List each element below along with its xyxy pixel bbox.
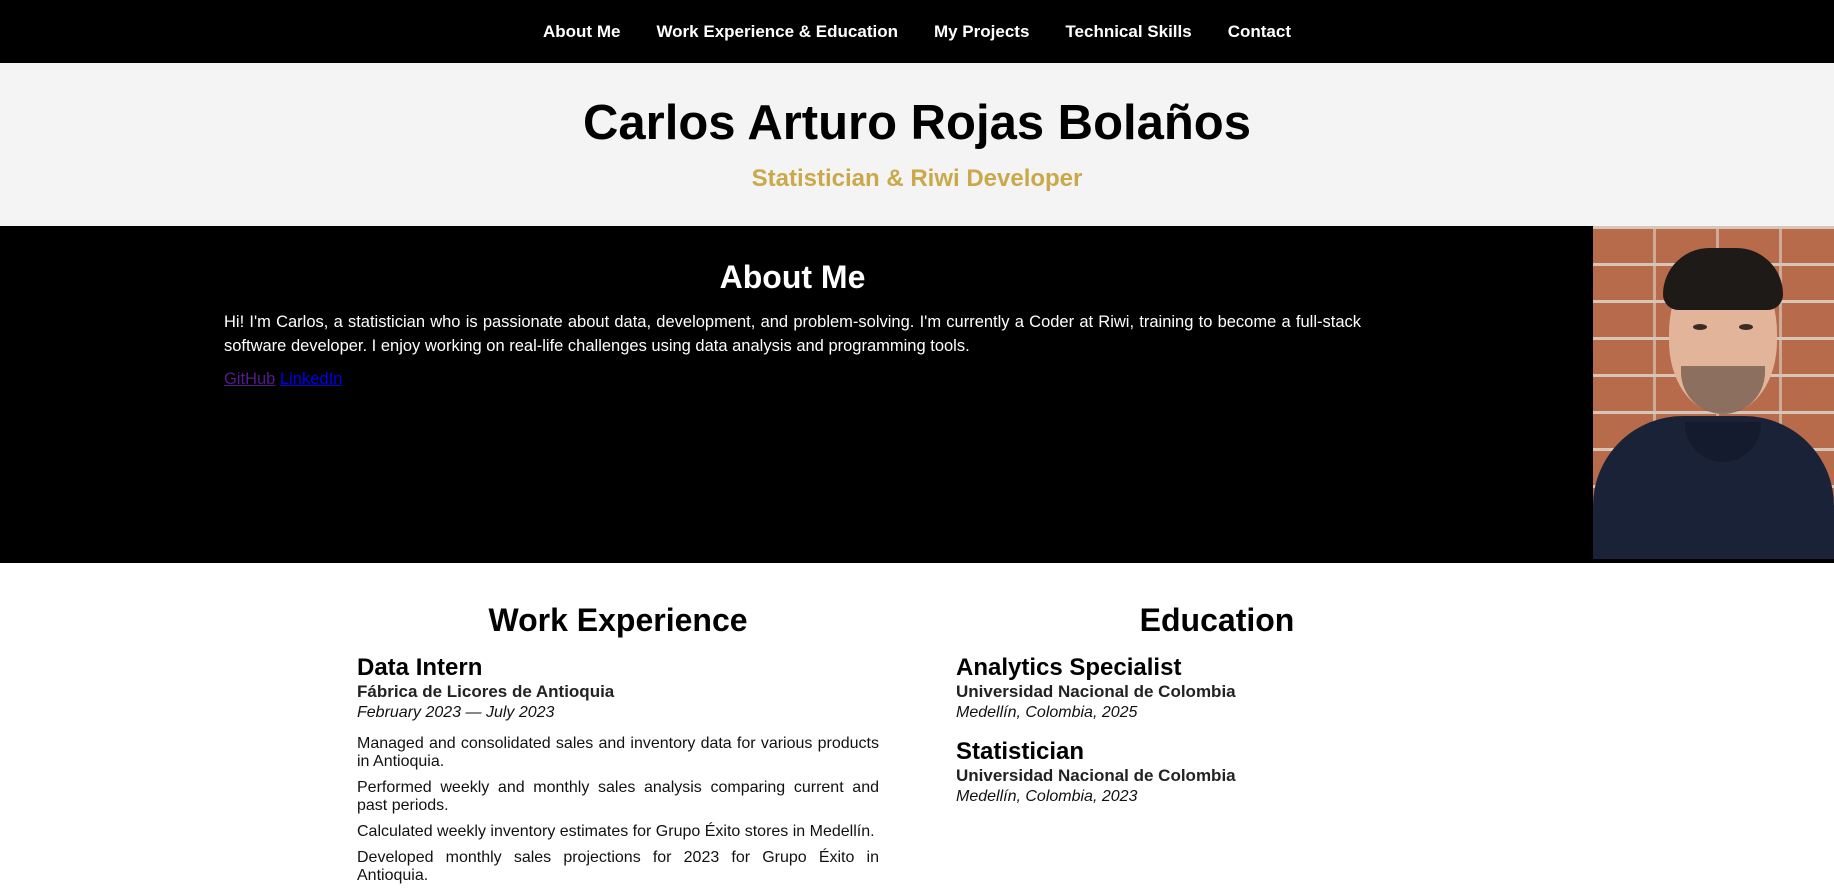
top-navigation: About Me Work Experience & Education My …	[0, 0, 1834, 63]
education-heading: Education	[1139, 602, 1295, 638]
about-content: About Me Hi! I'm Carlos, a statistician …	[224, 256, 1361, 389]
job-duties: Managed and consolidated sales and inven…	[357, 735, 879, 885]
about-paragraph: Hi! I'm Carlos, a statistician who is pa…	[224, 313, 1361, 355]
degree-place-year: Medellín, Colombia, 2025	[956, 704, 1138, 721]
job-dates: February 2023 — July 2023	[357, 704, 555, 721]
degree-title: Statistician	[956, 738, 1085, 765]
job-entry: Data Intern Fábrica de Licores de Antioq…	[357, 655, 879, 885]
job-duty: Developed monthly sales projections for …	[357, 849, 879, 884]
work-heading: Work Experience	[488, 602, 748, 638]
photo-hair	[1663, 248, 1783, 310]
profile-name: Carlos Arturo Rojas Bolaños	[583, 96, 1251, 150]
profile-tagline: Statistician & Riwi Developer	[751, 165, 1083, 192]
job-company: Fábrica de Licores de Antioquia	[357, 682, 615, 701]
degree-entry: Statistician Universidad Nacional de Col…	[956, 739, 1478, 807]
nav-link-contact[interactable]: Contact	[1228, 22, 1291, 42]
hero-header: Carlos Arturo Rojas Bolaños Statistician…	[0, 63, 1834, 226]
nav-link-projects[interactable]: My Projects	[934, 22, 1029, 42]
github-link[interactable]: GitHub	[224, 370, 275, 388]
job-title: Data Intern	[357, 654, 483, 681]
degree-title: Analytics Specialist	[956, 654, 1182, 681]
degree-entry: Analytics Specialist Universidad Naciona…	[956, 655, 1478, 723]
social-links: GitHub LinkedIn	[224, 370, 1361, 389]
degree-place-year: Medellín, Colombia, 2023	[956, 788, 1138, 805]
job-duty: Managed and consolidated sales and inven…	[357, 735, 879, 770]
about-section: About Me Hi! I'm Carlos, a statistician …	[0, 226, 1834, 563]
job-duty: Performed weekly and monthly sales analy…	[357, 779, 879, 814]
degree-school: Universidad Nacional de Colombia	[956, 682, 1236, 701]
job-duty: Calculated weekly inventory estimates fo…	[357, 823, 875, 840]
photo-left-eye	[1693, 324, 1707, 330]
linkedin-link[interactable]: LinkedIn	[280, 370, 342, 388]
photo-right-eye	[1739, 324, 1753, 330]
education-column: Education Analytics Specialist Universid…	[956, 599, 1478, 807]
work-education-section: Work Experience Data Intern Fábrica de L…	[0, 563, 1834, 890]
nav-link-technical-skills[interactable]: Technical Skills	[1065, 22, 1191, 42]
nav-link-about-me[interactable]: About Me	[543, 22, 620, 42]
nav-link-work-education[interactable]: Work Experience & Education	[656, 22, 898, 42]
about-heading: About Me	[719, 259, 866, 295]
profile-photo	[1593, 226, 1834, 559]
degree-school: Universidad Nacional de Colombia	[956, 766, 1236, 785]
work-experience-column: Work Experience Data Intern Fábrica de L…	[357, 599, 879, 890]
